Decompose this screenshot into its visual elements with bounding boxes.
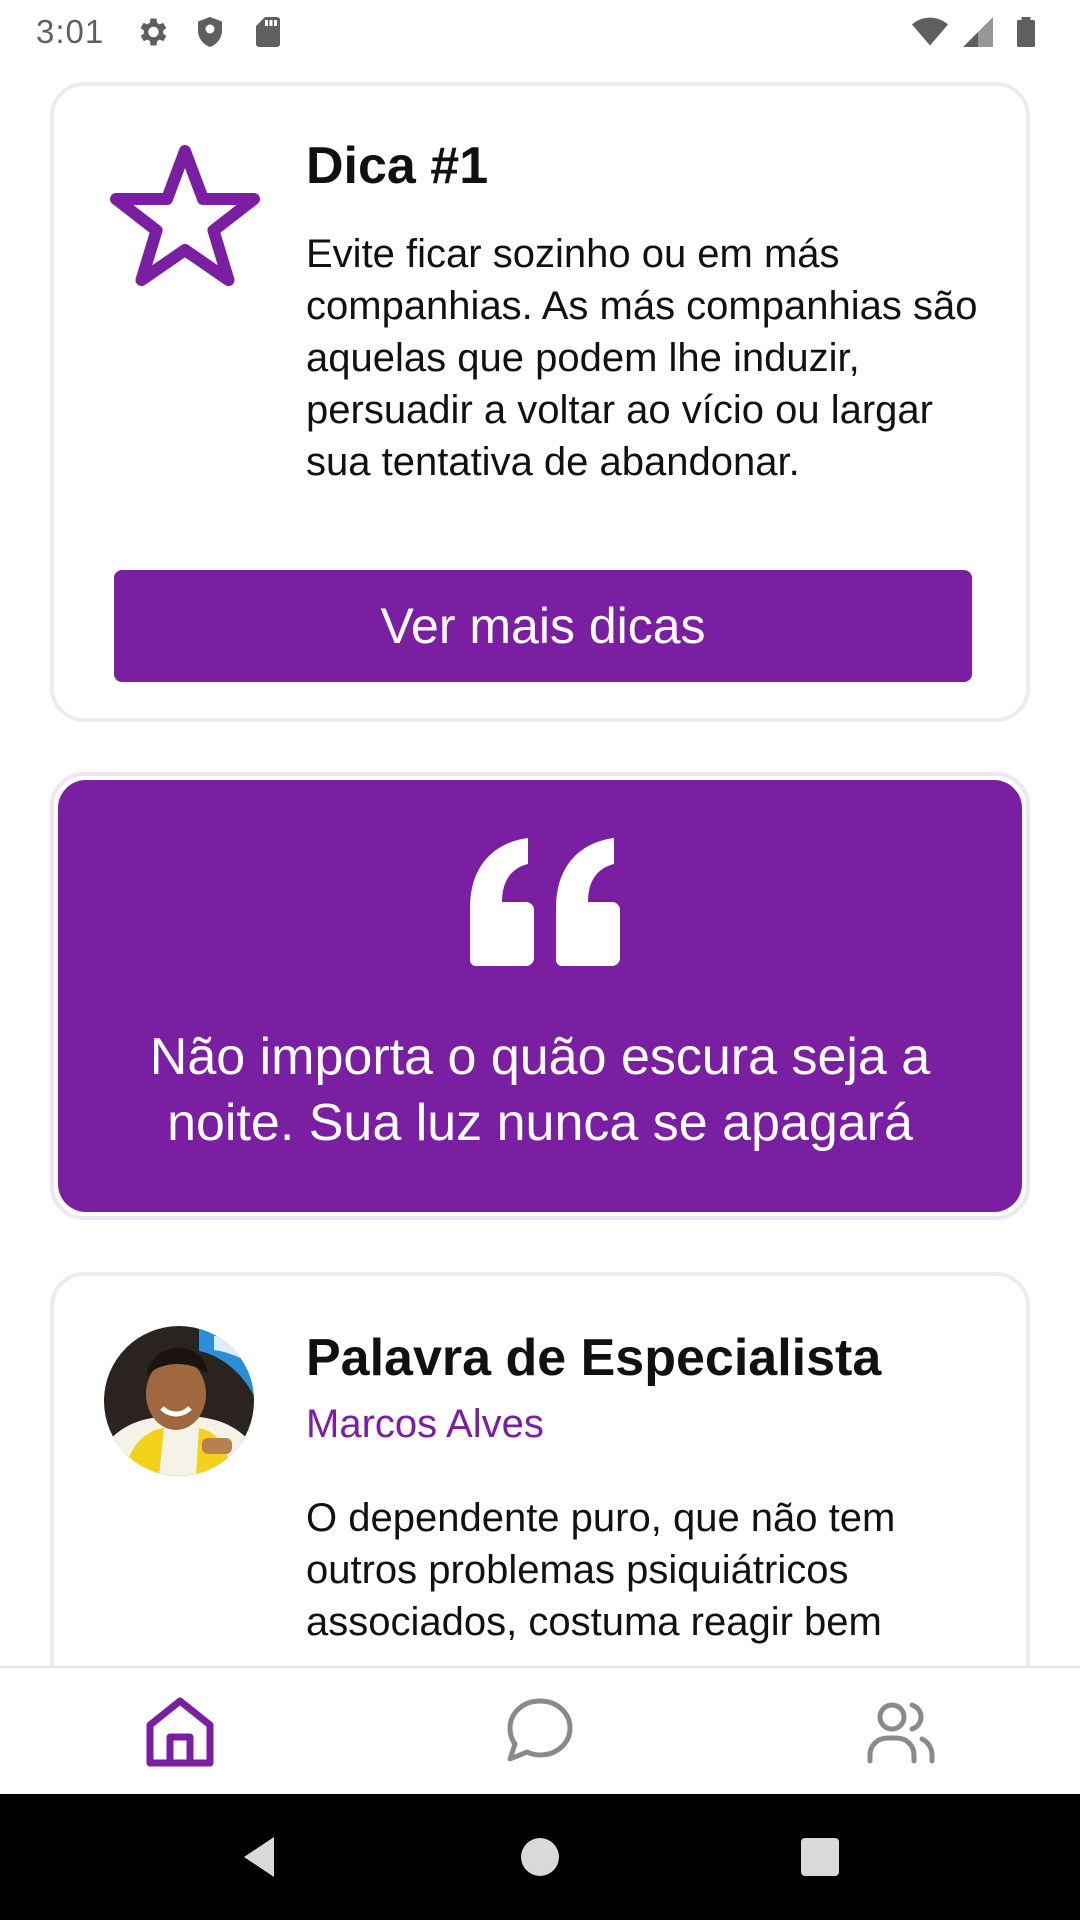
status-right-icons	[912, 14, 1044, 50]
more-tips-button[interactable]: Ver mais dicas	[114, 570, 972, 682]
tip-title: Dica #1	[306, 137, 489, 195]
tip-body: Evite ficar sozinho ou em más companhias…	[306, 232, 978, 484]
chat-icon	[507, 1698, 573, 1762]
quote-panel: Não importa o quão escura seja a noite. …	[58, 780, 1022, 1212]
star-outline-icon	[110, 142, 260, 292]
specialist-section-title: Palavra de Especialista	[306, 1329, 882, 1387]
status-left-icons	[134, 14, 286, 50]
system-nav-bar	[0, 1794, 1080, 1920]
quote-icon	[468, 834, 620, 966]
back-icon[interactable]	[230, 1827, 290, 1887]
screen: 3:01 Dica #1 Evite ficar sozinho ou em m…	[0, 0, 1080, 1920]
nav-item-chat[interactable]	[360, 1668, 720, 1794]
avatar	[104, 1326, 254, 1476]
specialist-card: Palavra de Especialista Marcos Alves O d…	[50, 1272, 1030, 1666]
tip-card: Dica #1 Evite ficar sozinho ou em más co…	[50, 82, 1030, 722]
quote-text: Não importa o quão escura seja a noite. …	[149, 1028, 931, 1152]
nav-item-community[interactable]	[720, 1668, 1080, 1794]
bottom-nav	[0, 1666, 1080, 1794]
nav-item-home[interactable]	[0, 1668, 360, 1794]
sd-card-icon	[250, 14, 286, 50]
signal-icon	[960, 14, 996, 50]
content-scroll[interactable]: Dica #1 Evite ficar sozinho ou em más co…	[0, 64, 1080, 1666]
home-icon	[146, 1697, 214, 1767]
wifi-icon	[912, 14, 948, 50]
gear-icon	[134, 14, 170, 50]
shield-icon	[192, 14, 228, 50]
specialist-body: O dependente puro, que não tem outros pr…	[306, 1496, 896, 1644]
users-icon	[867, 1702, 935, 1764]
specialist-name: Marcos Alves	[306, 1402, 544, 1446]
battery-icon	[1008, 14, 1044, 50]
status-bar: 3:01	[0, 0, 1080, 64]
quote-card: Não importa o quão escura seja a noite. …	[50, 772, 1030, 1220]
recents-icon[interactable]	[790, 1827, 850, 1887]
status-time: 3:01	[36, 13, 105, 50]
home-circle-icon[interactable]	[510, 1827, 570, 1887]
